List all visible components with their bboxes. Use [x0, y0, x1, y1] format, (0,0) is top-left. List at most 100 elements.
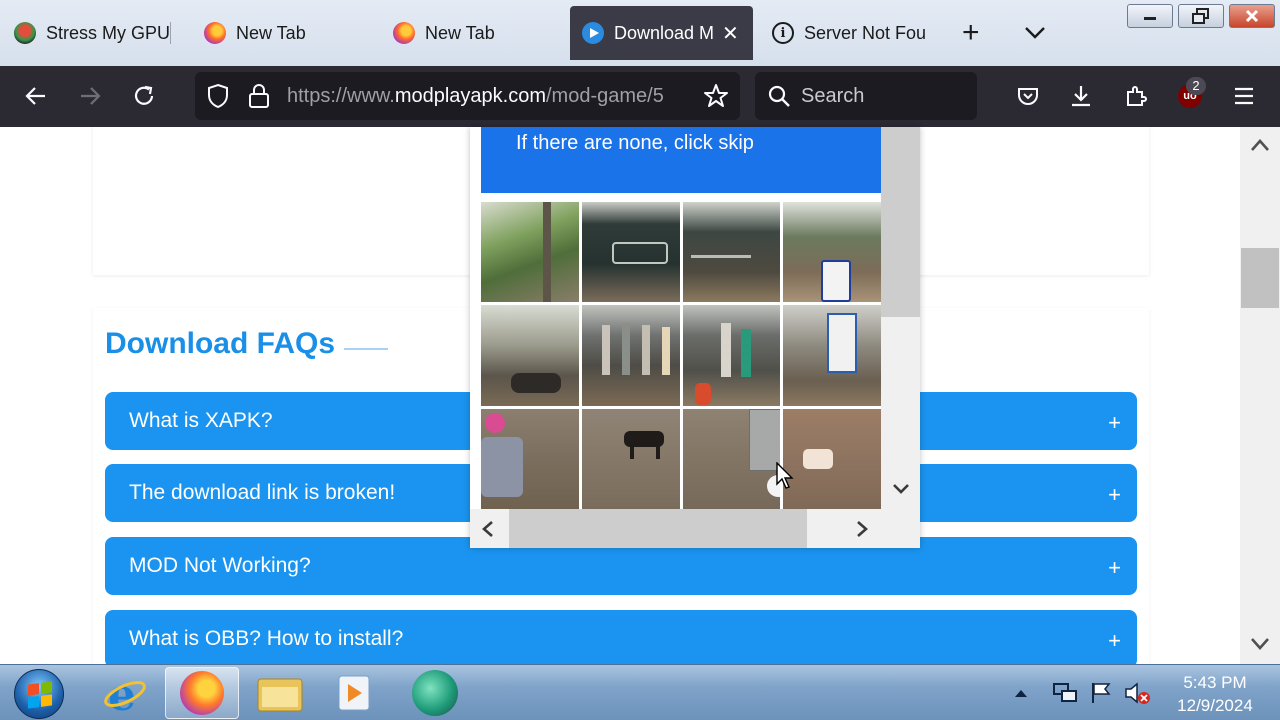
tab-server-not-found[interactable]: i Server Not Fou	[772, 6, 932, 60]
network-tray-icon[interactable]	[1052, 665, 1078, 720]
navigation-toolbar: https://www.modplayapk.com/mod-game/5 Se…	[0, 66, 1280, 127]
taskbar-media-player[interactable]	[318, 667, 392, 719]
tab-new-tab-2[interactable]: New Tab	[393, 6, 543, 60]
taskbar-firefox[interactable]	[165, 667, 239, 719]
internet-explorer-icon: e	[104, 670, 146, 716]
captcha-tile[interactable]	[481, 202, 579, 303]
show-hidden-icons-button[interactable]	[1012, 665, 1030, 720]
tab-title: New Tab	[236, 22, 306, 43]
restore-button[interactable]	[1178, 4, 1224, 28]
faq-question: The download link is broken!	[129, 481, 396, 504]
faq-question: MOD Not Working?	[129, 554, 311, 577]
list-all-tabs-button[interactable]	[1024, 6, 1048, 60]
captcha-tile[interactable]	[481, 305, 579, 406]
minimize-button[interactable]	[1127, 4, 1173, 28]
captcha-tile[interactable]	[682, 202, 781, 303]
clock-time: 5:43 PM	[1183, 673, 1247, 692]
clock-date: 12/9/2024	[1177, 696, 1253, 715]
taskbar-app[interactable]	[398, 667, 472, 719]
captcha-tile[interactable]	[581, 305, 680, 406]
reload-button[interactable]	[128, 80, 160, 112]
downloads-button[interactable]	[1065, 80, 1097, 112]
search-bar[interactable]: Search	[755, 72, 977, 120]
media-player-icon	[338, 675, 370, 711]
firefox-icon	[180, 671, 224, 715]
action-center-tray-icon[interactable]	[1089, 665, 1113, 720]
volume-tray-icon[interactable]	[1124, 665, 1152, 720]
scroll-down-arrow-icon[interactable]	[1250, 636, 1270, 652]
captcha-tile[interactable]	[682, 408, 781, 509]
menu-button[interactable]	[1228, 80, 1260, 112]
scrollbar-thumb[interactable]	[881, 127, 920, 317]
captcha-vertical-scrollbar[interactable]	[881, 127, 920, 509]
captcha-horizontal-scrollbar[interactable]	[470, 509, 920, 548]
faq-heading: Download FAQs	[105, 327, 336, 360]
search-icon	[768, 85, 790, 107]
plus-icon: +	[962, 16, 980, 49]
windows-taskbar: e 5:43 PM 12/9/2024	[0, 664, 1280, 720]
extensions-button[interactable]	[1120, 80, 1152, 112]
shield-icon[interactable]	[205, 83, 231, 109]
tab-stress-gpu[interactable]: Stress My GPU	[14, 6, 170, 60]
address-bar[interactable]: https://www.modplayapk.com/mod-game/5	[195, 72, 740, 120]
taskbar-file-explorer[interactable]	[243, 667, 317, 719]
page-scrollbar[interactable]	[1240, 127, 1280, 664]
gpu-icon	[14, 22, 36, 44]
scroll-down-arrow-icon[interactable]	[891, 482, 911, 496]
folder-icon	[257, 678, 303, 712]
download-icon	[1072, 86, 1090, 107]
captcha-tile[interactable]	[481, 408, 579, 509]
back-arrow-icon	[25, 87, 45, 105]
tab-download-mod[interactable]: Download M ✕	[570, 6, 753, 60]
scroll-up-arrow-icon[interactable]	[1250, 137, 1270, 153]
url-text[interactable]: https://www.modplayapk.com/mod-game/5	[287, 85, 687, 108]
expand-plus-icon: +	[1108, 482, 1121, 507]
captcha-tile[interactable]	[783, 408, 881, 509]
captcha-tile[interactable]	[581, 408, 680, 509]
pocket-button[interactable]	[1012, 80, 1044, 112]
url-host: modplayapk.com	[394, 85, 546, 107]
faq-item-obb[interactable]: What is OBB? How to install? +	[105, 610, 1137, 664]
expand-plus-icon: +	[1108, 410, 1121, 435]
scroll-right-arrow-icon[interactable]	[854, 519, 870, 539]
puzzle-icon	[1127, 86, 1147, 106]
tab-title: New Tab	[425, 22, 495, 43]
chevron-up-icon	[1015, 690, 1027, 697]
blocked-count-badge: 2	[1186, 77, 1206, 95]
lock-icon[interactable]	[247, 82, 271, 110]
bookmark-star-icon[interactable]	[703, 83, 729, 109]
back-button[interactable]	[20, 80, 52, 112]
minimize-icon	[1144, 17, 1156, 20]
captcha-tile[interactable]	[783, 305, 881, 406]
pocket-icon	[1018, 88, 1038, 105]
system-clock[interactable]: 5:43 PM 12/9/2024	[1160, 671, 1270, 717]
hamburger-menu-icon	[1235, 87, 1253, 105]
scroll-left-arrow-icon[interactable]	[480, 519, 496, 539]
chevron-down-icon	[1025, 27, 1045, 39]
faq-question: What is XAPK?	[129, 409, 273, 432]
flag-icon	[1092, 683, 1111, 703]
captcha-tile[interactable]	[581, 202, 680, 303]
start-button[interactable]	[14, 669, 64, 719]
taskbar-internet-explorer[interactable]: e	[88, 667, 162, 719]
captcha-image-grid	[481, 202, 881, 509]
network-icon	[1053, 683, 1077, 702]
captcha-tile[interactable]	[682, 305, 781, 406]
mouse-cursor-icon	[776, 462, 794, 489]
tab-new-tab-1[interactable]: New Tab	[204, 6, 354, 60]
new-tab-button[interactable]: +	[962, 6, 988, 60]
captcha-tile[interactable]	[783, 202, 881, 303]
play-icon	[582, 22, 604, 44]
forward-button[interactable]	[74, 80, 106, 112]
screen: Stress My GPU New Tab New Tab Download M…	[0, 0, 1280, 720]
firefox-icon	[393, 22, 415, 44]
close-tab-icon[interactable]: ✕	[722, 21, 739, 46]
url-path: /mod-game/5	[546, 85, 664, 107]
tab-strip: Stress My GPU New Tab New Tab Download M…	[0, 0, 1280, 66]
scrollbar-thumb[interactable]	[1241, 248, 1279, 308]
close-window-button[interactable]	[1229, 4, 1275, 28]
captcha-instruction: If there are none, click skip	[516, 132, 754, 154]
faq-question: What is OBB? How to install?	[129, 627, 404, 650]
scrollbar-thumb[interactable]	[509, 509, 807, 548]
firefox-icon	[204, 22, 226, 44]
